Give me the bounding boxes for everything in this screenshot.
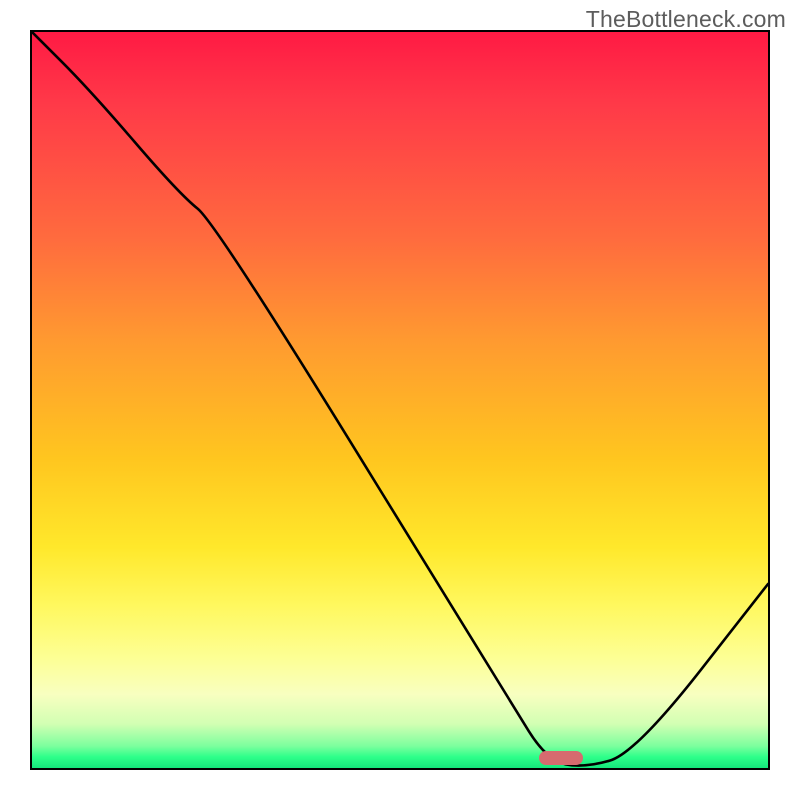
watermark-text: TheBottleneck.com [586,6,786,33]
curve-path [32,32,768,766]
optimal-marker [539,751,583,765]
bottleneck-curve [32,32,768,768]
chart-stage: TheBottleneck.com [0,0,800,800]
plot-area [30,30,770,770]
